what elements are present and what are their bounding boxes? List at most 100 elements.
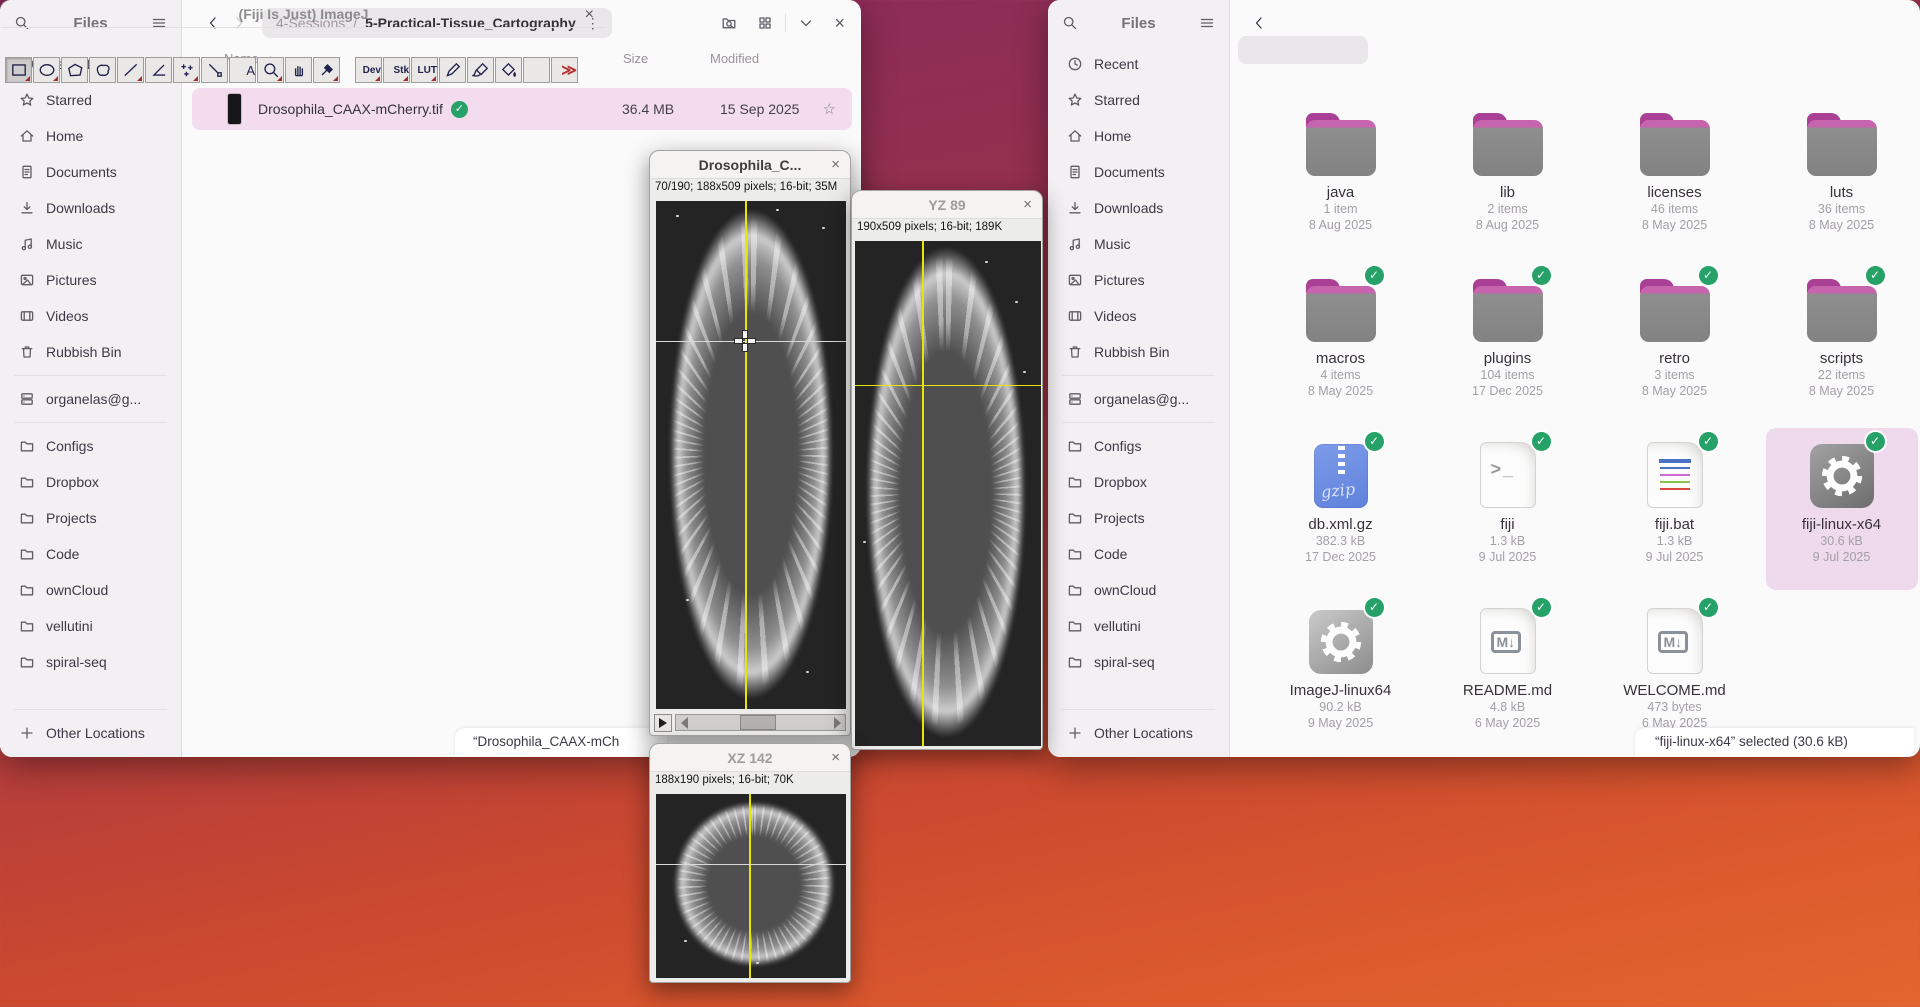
grid-item[interactable]: ✓ README.md 4.8 kB 6 May 2025 [1432,594,1584,756]
sidebar-item[interactable]: Videos [5,298,176,334]
grid-item[interactable]: ✓ plugins 104 items 17 Dec 2025 [1432,262,1584,424]
grid-item[interactable]: ✓ licenses 46 items 8 May 2025 [1599,96,1751,258]
sidebar-item[interactable]: Home [1053,118,1224,154]
imagej-titlebar[interactable]: (Fiji Is Just) ImageJ × [1,1,606,28]
sidebar-item[interactable]: Recent [1053,46,1224,82]
sidebar-item-folder[interactable]: vellutini [5,608,176,644]
sidebar-item[interactable]: Home [5,118,176,154]
imagej-tool-button[interactable] [33,57,60,83]
sidebar-item-folder[interactable]: Configs [5,428,176,464]
imagej-tool-button[interactable] [313,57,340,83]
sidebar-item[interactable]: Starred [5,82,176,118]
sidebar-item-folder[interactable]: Dropbox [1053,464,1224,500]
sidebar-item[interactable]: Rubbish Bin [5,334,176,370]
sidebar-item-other-locations[interactable]: Other Locations [1053,715,1224,751]
window-close-button[interactable]: × [585,1,594,28]
sidebar-item-other-locations[interactable]: Other Locations [5,715,176,751]
imagej-tool-button[interactable]: LUT [411,57,438,83]
grid-item[interactable]: ✓ java 1 item 8 Aug 2025 [1265,96,1417,258]
imagej-tool-button[interactable] [145,57,172,83]
grid-item[interactable]: ✓ ImageJ-linux64 90.2 kB 9 May 2025 [1265,594,1417,756]
column-size[interactable]: Size [623,51,648,66]
search-icon[interactable] [1062,15,1078,31]
sidebar-item[interactable]: Pictures [1053,262,1224,298]
star-toggle[interactable]: ☆ [823,100,836,118]
sidebar-item[interactable]: Music [1053,226,1224,262]
window-close-button[interactable]: × [831,744,840,772]
grid-view-icon[interactable] [757,15,773,31]
window-close-button[interactable]: × [831,151,840,179]
window-titlebar[interactable]: YZ 89 × [852,191,1042,219]
imagej-tool-button[interactable] [173,57,200,83]
imagej-tool-button[interactable] [89,57,116,83]
imagej-tool-button[interactable] [439,57,466,83]
imagej-tool-button[interactable] [117,57,144,83]
grid-item[interactable]: ✓ db.xml.gz 382.3 kB 17 Dec 2025 [1265,428,1417,590]
sidebar-item[interactable]: Documents [1053,154,1224,190]
scroll-right-arrow[interactable] [829,715,845,730]
window-close-button[interactable]: × [834,14,845,32]
sidebar-item-folder[interactable]: Code [5,536,176,572]
back-button[interactable] [1246,10,1272,36]
sidebar-item-folder[interactable]: Projects [1053,500,1224,536]
imagej-tool-button[interactable] [467,57,494,83]
hamburger-menu-icon[interactable] [1199,15,1215,31]
breadcrumb-partial[interactable] [1238,36,1368,64]
sidebar-item-folder[interactable]: ownCloud [1053,572,1224,608]
sidebar-item[interactable]: Starred [1053,82,1224,118]
imagej-tool-button[interactable] [285,57,312,83]
play-button[interactable] [654,714,672,732]
imagej-tool-button[interactable]: ≫ [551,57,578,83]
grid-item[interactable]: ✓ macros 4 items 8 May 2025 [1265,262,1417,424]
sidebar-item-folder[interactable]: ownCloud [5,572,176,608]
imagej-tool-button[interactable] [61,57,88,83]
grid-item[interactable]: ✓ fiji-linux-x64 30.6 kB 9 Jul 2025 [1766,428,1918,590]
imagej-tool-button[interactable]: A [229,57,256,83]
sidebar-item[interactable]: Videos [1053,298,1224,334]
grid-item[interactable]: ✓ luts 36 items 8 May 2025 [1766,96,1918,258]
file-row-selected[interactable]: Drosophila_CAAX-mCherry.tif ✓ 36.4 MB 15… [192,88,852,130]
grid-item[interactable]: ✓ fiji 1.3 kB 9 Jul 2025 [1432,428,1584,590]
grid-item[interactable]: ✓ scripts 22 items 8 May 2025 [1766,262,1918,424]
column-modified[interactable]: Modified [710,51,759,66]
sidebar-item[interactable]: Rubbish Bin [1053,334,1224,370]
sidebar-item-account[interactable]: organelas@g... [1053,381,1224,417]
grid-item[interactable]: ✓ fiji.bat 1.3 kB 9 Jul 2025 [1599,428,1751,590]
imagej-tool-button[interactable]: Stk [383,57,410,83]
xy-canvas[interactable] [656,201,846,709]
grid-item[interactable]: ✓ lib 2 items 8 Aug 2025 [1432,96,1584,258]
sidebar-item-folder[interactable]: Dropbox [5,464,176,500]
sidebar-item[interactable]: Downloads [5,190,176,226]
file-name: README.md [1463,682,1552,699]
folder-search-icon[interactable] [721,15,737,31]
imagej-tool-button[interactable]: Dev [355,57,382,83]
sidebar-item-account[interactable]: organelas@g... [5,381,176,417]
sidebar-item[interactable]: Pictures [5,262,176,298]
imagej-tool-button[interactable] [495,57,522,83]
view-options-chevron-icon[interactable] [798,15,814,31]
sidebar-item-folder[interactable]: Configs [1053,428,1224,464]
imagej-tool-button[interactable] [257,57,284,83]
imagej-tool-button[interactable] [523,57,550,83]
window-close-button[interactable]: × [1023,191,1032,219]
sidebar-item[interactable]: Music [5,226,176,262]
sidebar-item[interactable]: Downloads [1053,190,1224,226]
sidebar-item-folder[interactable]: spiral-seq [1053,644,1224,680]
sidebar-item-folder[interactable]: Code [1053,536,1224,572]
scrollbar-thumb[interactable] [740,715,775,730]
imagej-tool-button[interactable] [5,57,32,83]
imagej-tool-button[interactable] [201,57,228,83]
sidebar-item[interactable]: Documents [5,154,176,190]
slice-scrollbar[interactable] [675,714,846,731]
sidebar-item-folder[interactable]: Projects [5,500,176,536]
grid-item[interactable]: ✓ retro 3 items 8 May 2025 [1599,262,1751,424]
yz-canvas[interactable] [855,241,1041,746]
file-name: macros [1316,350,1365,367]
scroll-left-arrow[interactable] [676,715,692,730]
sidebar-item-folder[interactable]: spiral-seq [5,644,176,680]
synced-check-badge: ✓ [1532,266,1551,285]
window-titlebar[interactable]: XZ 142 × [650,744,850,772]
sidebar-item-folder[interactable]: vellutini [1053,608,1224,644]
window-titlebar[interactable]: Drosophila_C... × [650,151,850,179]
xz-canvas[interactable] [656,794,846,978]
